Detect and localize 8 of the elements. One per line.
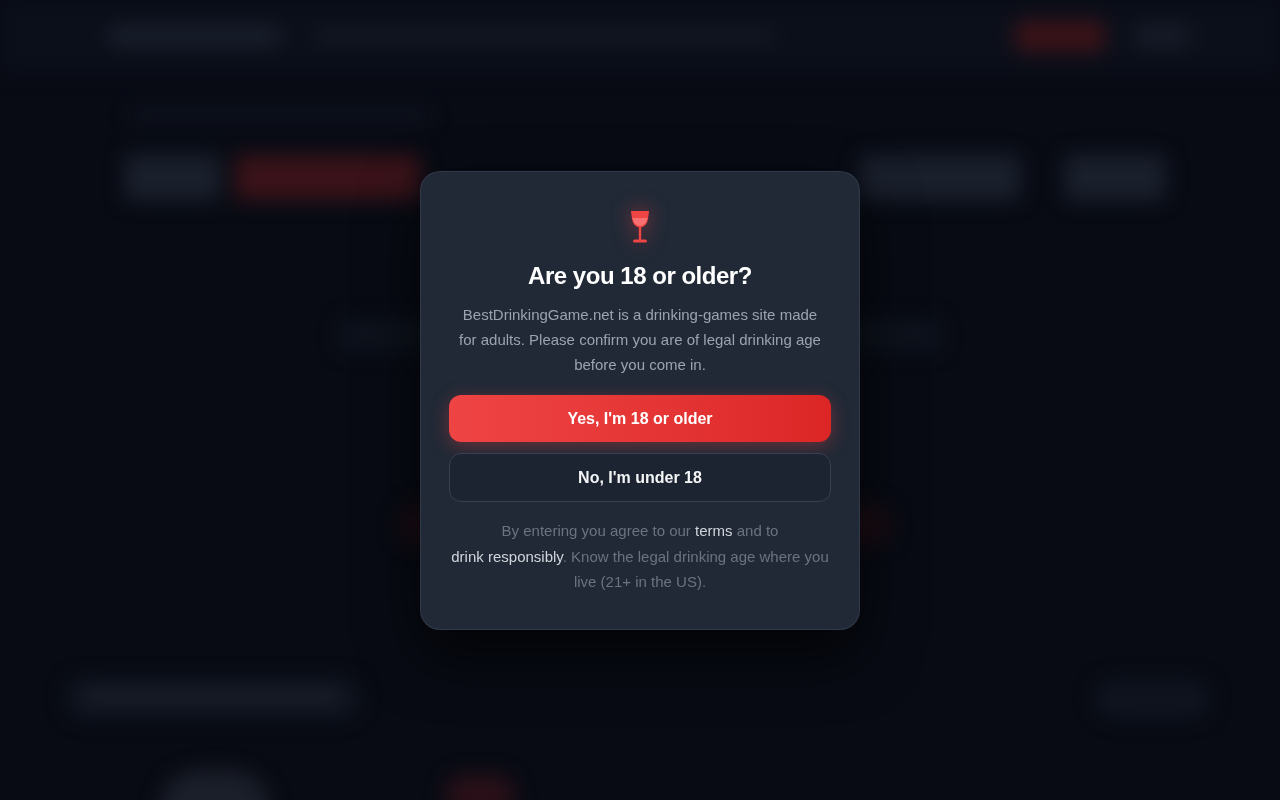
decline-age-button[interactable]: No, I'm under 18 [449,453,831,502]
text-link[interactable]: drink responsibly [451,547,563,565]
dialog-message: BestDrinkingGame.net is a drinking-games site made for adults. Please confirm you are of legal drinking age before you come in. [458,305,822,375]
text-link[interactable]: terms [695,522,733,539]
dialog-title: Are you 18 or older? [528,261,752,291]
wine-glass-icon [629,210,651,244]
confirm-age-button[interactable]: Yes, I'm 18 or older [449,395,831,442]
age-notice-text: By entering you agree to our terms and to drink responsibly. Know the legal drinking age where you live (21+ in the US). [450,521,830,592]
